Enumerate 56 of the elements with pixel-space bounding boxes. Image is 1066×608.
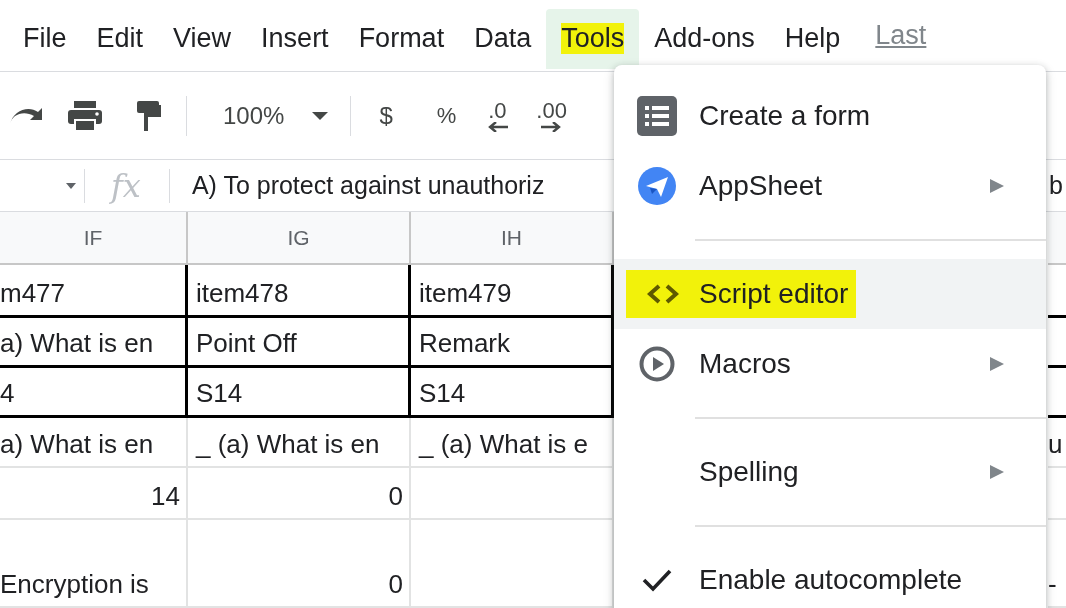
- table-cell: item478: [188, 265, 411, 318]
- decrease-decimal-button[interactable]: .0: [486, 99, 509, 132]
- last-edit-link[interactable]: Last: [875, 20, 927, 51]
- table-cell: Encryption is: [0, 520, 188, 608]
- table-cell: 14: [0, 468, 188, 520]
- menu-item[interactable]: Spelling: [614, 437, 1046, 507]
- formula-text: b: [1049, 171, 1063, 200]
- print-icon: [66, 98, 104, 133]
- menu-item[interactable]: File: [8, 8, 82, 69]
- code-icon: [646, 284, 679, 304]
- table-cell: 0: [188, 520, 411, 608]
- submenu-arrow-icon: [990, 357, 1004, 371]
- table-cell: u: [1048, 418, 1066, 468]
- increase-decimal-button[interactable]: .00: [536, 99, 567, 132]
- zoom-dropdown[interactable]: 100%: [205, 101, 329, 130]
- checkmark-icon: [641, 568, 672, 592]
- menu-item[interactable]: Tools: [546, 8, 640, 69]
- column-header[interactable]: IG: [188, 212, 411, 265]
- menu-item[interactable]: Enable autocomplete: [614, 545, 1046, 608]
- formula-input[interactable]: A) To protect against unauthoriz: [191, 171, 545, 200]
- table-cell: a) What is en: [0, 418, 188, 468]
- table-cell: a) What is en: [0, 318, 188, 368]
- play-icon: [638, 346, 675, 382]
- paint-format-icon: [136, 98, 162, 133]
- column-header[interactable]: IH: [411, 212, 614, 265]
- menu-item[interactable]: Help: [769, 8, 856, 69]
- table-cell: m477: [0, 265, 188, 318]
- menu-item[interactable]: Edit: [81, 8, 159, 69]
- table-cell: S14: [188, 368, 411, 418]
- menu-item[interactable]: Data: [459, 8, 547, 69]
- percent-format-button[interactable]: %: [436, 102, 457, 129]
- table-cell: -: [1048, 520, 1066, 608]
- table-cell: 0: [188, 468, 411, 520]
- menu-item[interactable]: Create a form: [614, 81, 1046, 151]
- form-icon: [636, 96, 677, 136]
- menu-item[interactable]: AppSheet: [614, 151, 1046, 221]
- menu-item[interactable]: Add-ons: [639, 8, 770, 69]
- formula-label: fx: [111, 166, 141, 205]
- paper-plane-icon: [637, 167, 676, 205]
- menu-item[interactable]: Macros: [614, 329, 1046, 399]
- caret-icon: [312, 111, 329, 120]
- table-cell: 4: [0, 368, 188, 418]
- table-cell: _ (a) What is en: [188, 418, 411, 468]
- menu-item[interactable]: Insert: [246, 8, 344, 69]
- left-arrow-icon: [486, 121, 509, 132]
- table-cell: Point Off: [188, 318, 411, 368]
- submenu-arrow-icon: [990, 179, 1004, 193]
- caret-icon: [66, 182, 76, 189]
- menu-item[interactable]: Format: [343, 8, 460, 69]
- right-arrow-icon: [540, 121, 563, 132]
- currency-format-button[interactable]: $: [379, 101, 393, 130]
- menu-item[interactable]: Script editor: [614, 259, 1046, 329]
- menu-item[interactable]: View: [158, 8, 247, 69]
- column-header[interactable]: [1048, 212, 1066, 265]
- submenu-arrow-icon: [990, 465, 1004, 479]
- column-header[interactable]: IF: [0, 212, 188, 265]
